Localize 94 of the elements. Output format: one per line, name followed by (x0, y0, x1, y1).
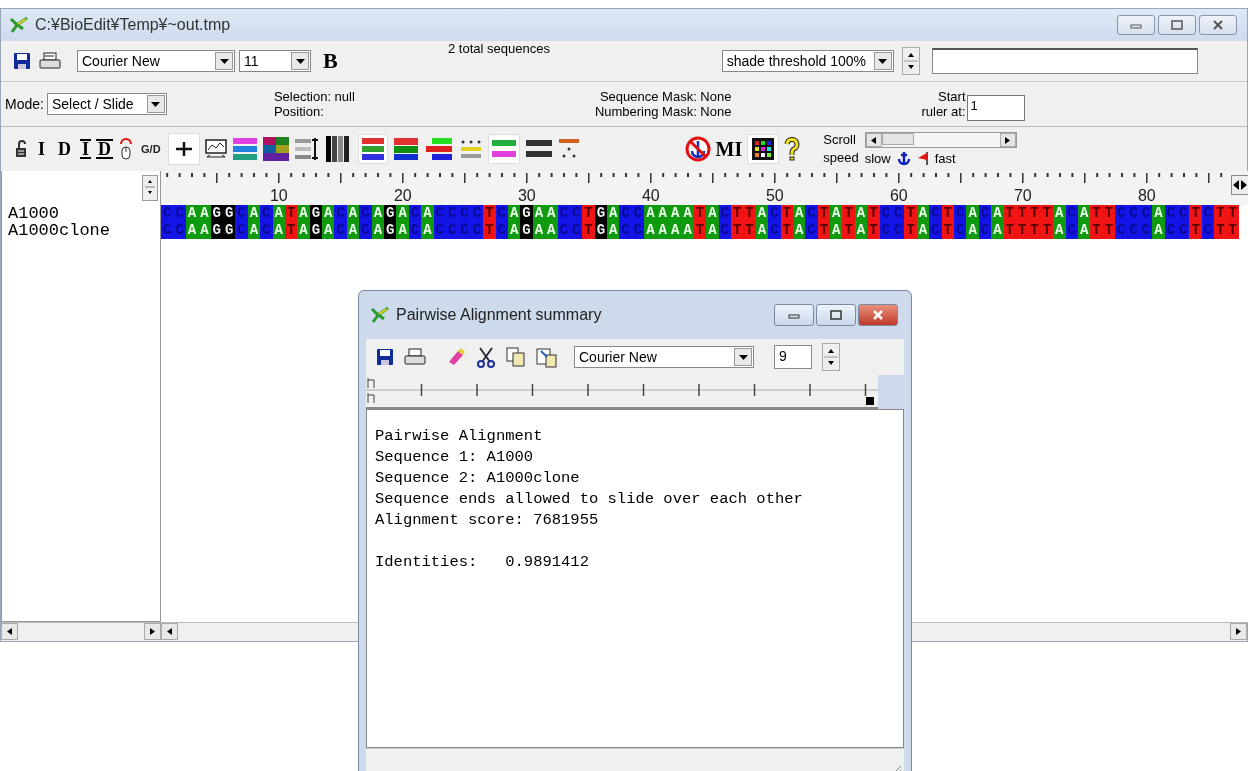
slider-thumb[interactable] (881, 133, 914, 145)
summary-line: Identities: 0.9891412 (375, 552, 590, 573)
font-dropdown[interactable]: Courier New (574, 346, 754, 368)
text-align-icon[interactable] (293, 136, 320, 162)
window-title: C:¥BioEdit¥Temp¥~out.tmp (35, 16, 231, 34)
font-size-dropdown[interactable]: 11 (239, 50, 311, 72)
maximize-icon (1171, 20, 1183, 30)
edit-tool-button[interactable]: I (34, 139, 49, 159)
speed-label: speed (823, 149, 859, 167)
app-logo-icon (9, 15, 29, 35)
help-icon[interactable] (784, 137, 801, 161)
flag-icon (916, 151, 929, 165)
minimize-button[interactable] (1117, 15, 1155, 35)
paste-icon[interactable] (536, 346, 558, 368)
close-button[interactable] (858, 304, 898, 326)
color-residue-icon[interactable] (357, 134, 388, 164)
summary-line: Sequence 1: A1000 (375, 447, 535, 468)
window-title: Pairwise Alignment summary (396, 306, 602, 324)
minimize-icon (1130, 21, 1142, 29)
color-bars-icon[interactable] (423, 136, 454, 162)
bold-button[interactable]: B (319, 48, 342, 74)
mode-label: Mode: (5, 96, 44, 112)
edit-tool-button[interactable]: D (96, 139, 114, 159)
fast-label: fast (934, 150, 956, 166)
left-arrow-icon (167, 628, 172, 635)
color-residue-icon[interactable] (392, 136, 419, 162)
color-block-icon[interactable] (262, 136, 289, 162)
mode-dropdown[interactable]: Select / Slide (46, 93, 167, 115)
edit-tool-button[interactable]: D (54, 139, 75, 159)
dropdown-arrow-icon (151, 101, 161, 107)
font-dropdown[interactable]: Courier New (77, 50, 235, 72)
dropdown-arrow-icon (738, 354, 748, 360)
names-scrollbar[interactable] (1, 623, 161, 640)
ruler-start-field[interactable]: 1 (966, 95, 1025, 121)
no-anchor-icon[interactable] (684, 136, 711, 162)
close-button[interactable] (1199, 15, 1237, 35)
position-ruler: 10 20 30 40 50 60 70 80 (161, 171, 1231, 205)
eraser-icon[interactable] (446, 347, 466, 367)
minimize-button[interactable] (774, 304, 814, 326)
selection-label: Selection: null (273, 89, 355, 104)
print-icon[interactable] (404, 348, 426, 366)
minimize-icon (788, 311, 800, 319)
cut-icon[interactable] (476, 346, 496, 368)
save-icon[interactable] (376, 348, 394, 366)
maximize-button[interactable] (816, 304, 856, 326)
anchor-icon (896, 150, 911, 166)
sequence-count: 2 total sequences (448, 41, 550, 56)
summary-line: Sequence ends allowed to slide over each other (375, 489, 804, 510)
scroll-speed-slider[interactable] (864, 132, 1017, 148)
shade-threshold-dropdown[interactable]: shade threshold 100% (721, 50, 894, 72)
right-arrow-icon (1005, 136, 1011, 144)
scroll-toggle-button[interactable] (1231, 175, 1248, 195)
summary-line: Pairwise Alignment (375, 426, 544, 447)
chart-window-icon[interactable] (204, 138, 227, 160)
color-grid-icon[interactable] (747, 134, 780, 164)
left-arrow-icon (7, 628, 12, 635)
numbering-mask-label: Numbering Mask: None (594, 104, 732, 119)
position-label: Position: (273, 104, 325, 119)
save-icon[interactable] (13, 52, 31, 70)
maximize-icon (830, 310, 842, 320)
scroll-label: Scroll (823, 131, 857, 149)
right-arrow-icon (150, 628, 155, 635)
right-arrow-icon (1236, 628, 1241, 635)
edit-tool-button[interactable]: I (80, 139, 92, 159)
unlock-icon[interactable] (15, 140, 29, 158)
app-logo-icon (370, 305, 390, 325)
mi-button[interactable]: MI (715, 137, 743, 161)
threshold-spinner[interactable] (901, 47, 920, 75)
start-label: Start (937, 89, 966, 104)
font-size-spinner[interactable] (822, 343, 840, 371)
sequence-mask-label: Sequence Mask: None (598, 89, 732, 104)
close-icon (1212, 20, 1224, 30)
text-input-field[interactable] (931, 48, 1198, 74)
summary-line: Sequence 2: A1000clone (375, 468, 581, 489)
sequence-name[interactable]: A1000 (2, 205, 160, 222)
left-right-arrows-icon (1233, 180, 1247, 190)
row-spinner[interactable] (142, 175, 158, 201)
print-icon[interactable] (39, 52, 61, 70)
gap-delete-button[interactable]: G/D (139, 143, 163, 155)
maximize-button[interactable] (1158, 15, 1196, 35)
close-icon (872, 310, 884, 320)
summary-line: Alignment score: 7681955 (375, 510, 600, 531)
ruler-at-label: ruler at: (921, 104, 966, 119)
copy-icon[interactable] (506, 346, 526, 368)
sequence-name[interactable]: A1000clone (2, 222, 160, 239)
slow-label: slow (864, 150, 891, 166)
dropdown-arrow-icon (295, 58, 305, 64)
mouse-icon[interactable] (118, 138, 135, 160)
dropdown-arrow-icon (878, 58, 888, 64)
font-size-field[interactable]: 9 (774, 345, 812, 369)
color-text-icon[interactable] (231, 136, 258, 162)
left-arrow-icon (871, 136, 877, 144)
color-text-icon[interactable] (487, 134, 520, 164)
dropdown-arrow-icon (219, 58, 229, 64)
